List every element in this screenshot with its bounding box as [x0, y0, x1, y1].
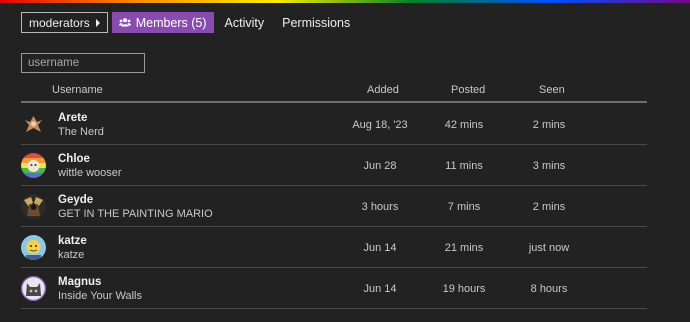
member-seen: just now [528, 242, 570, 254]
avatar[interactable] [21, 112, 46, 137]
tab-permissions[interactable]: Permissions [275, 12, 357, 33]
member-title: The Nerd [58, 126, 104, 138]
member-added: Jun 14 [363, 242, 397, 254]
header-seen[interactable]: Seen [539, 84, 565, 96]
table-row: Arete The Nerd Aug 18, '23 42 mins 2 min… [21, 104, 647, 145]
member-title: katze [58, 249, 85, 261]
header-username[interactable]: Username [52, 84, 103, 96]
group-nav: moderators Members (5) Activity Permissi… [21, 12, 357, 33]
tab-permissions-label: Permissions [282, 15, 351, 30]
member-username[interactable]: Arete [58, 112, 87, 124]
table-row: Geyde GET IN THE PAINTING MARIO 3 hours … [21, 186, 647, 227]
table-row: Chloe wittle wooser Jun 28 11 mins 3 min… [21, 145, 647, 186]
member-title: wittle wooser [58, 167, 122, 179]
tab-members-label: Members (5) [135, 15, 207, 30]
tab-members[interactable]: Members (5) [111, 12, 214, 33]
avatar[interactable] [21, 276, 46, 301]
member-username[interactable]: katze [58, 235, 87, 247]
avatar[interactable] [21, 194, 46, 219]
member-added: Aug 18, '23 [352, 119, 408, 131]
member-posted: 19 hours [442, 283, 486, 295]
avatar[interactable] [21, 235, 46, 260]
avatar[interactable] [21, 153, 46, 178]
table-header: Username Added Posted Seen [21, 81, 647, 103]
member-posted: 11 mins [445, 160, 483, 172]
member-posted: 42 mins [444, 119, 484, 131]
member-added: 3 hours [361, 201, 399, 213]
rainbow-top-bar [0, 0, 690, 3]
username-filter-input[interactable] [21, 53, 145, 73]
users-icon [118, 16, 131, 30]
group-dropdown-label: moderators [29, 15, 90, 30]
member-added: Jun 28 [363, 160, 397, 172]
tab-activity-label: Activity [224, 15, 265, 30]
member-posted: 21 mins [444, 242, 484, 254]
member-title: Inside Your Walls [58, 290, 142, 302]
member-added: Jun 14 [363, 283, 397, 295]
member-username[interactable]: Chloe [58, 153, 90, 165]
member-username[interactable]: Magnus [58, 276, 101, 288]
table-row: katze katze Jun 14 21 mins just now [21, 227, 647, 268]
tab-activity[interactable]: Activity [218, 12, 272, 33]
member-posted: 7 mins [447, 201, 481, 213]
member-username[interactable]: Geyde [58, 194, 93, 206]
member-seen: 3 mins [532, 160, 566, 172]
table-row: Magnus Inside Your Walls Jun 14 19 hours… [21, 268, 647, 309]
header-added[interactable]: Added [367, 84, 399, 96]
member-seen: 2 mins [532, 201, 566, 213]
member-title: GET IN THE PAINTING MARIO [58, 208, 213, 220]
member-seen: 8 hours [530, 283, 568, 295]
member-seen: 2 mins [532, 119, 566, 131]
members-table-body: Arete The Nerd Aug 18, '23 42 mins 2 min… [21, 104, 647, 309]
header-posted[interactable]: Posted [451, 84, 485, 96]
caret-right-icon [95, 18, 100, 27]
group-dropdown[interactable]: moderators [21, 12, 108, 33]
